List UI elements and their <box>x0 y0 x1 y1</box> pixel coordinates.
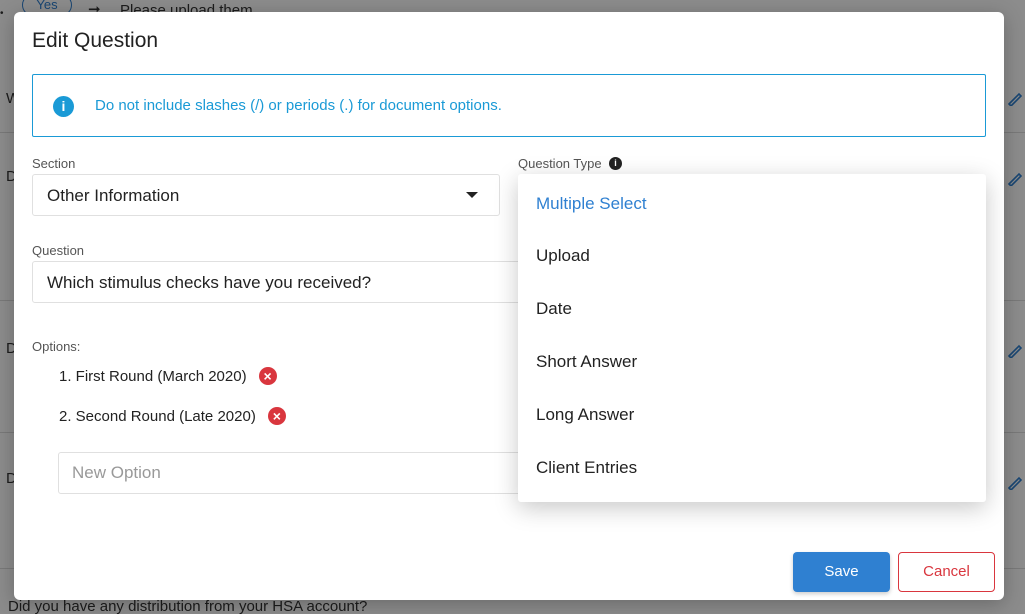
section-value: Other Information <box>47 186 180 205</box>
info-icon[interactable]: i <box>609 157 622 170</box>
option-label: 2. Second Round (Late 2020) <box>59 407 256 425</box>
remove-option-icon[interactable]: × <box>258 367 277 385</box>
info-text: Do not include slashes (/) or periods (.… <box>95 97 502 114</box>
question-type-label: Question Type <box>518 156 602 171</box>
option-item: 2. Second Round (Late 2020) × <box>59 407 286 425</box>
question-type-option-multiple-select[interactable]: Multiple Select <box>536 194 647 214</box>
edit-question-modal: Edit Question i Do not include slashes (… <box>14 12 1004 600</box>
option-label: 1. First Round (March 2020) <box>59 367 247 385</box>
info-banner: i Do not include slashes (/) or periods … <box>32 74 986 137</box>
new-option-field[interactable] <box>58 452 552 494</box>
modal-title: Edit Question <box>32 29 159 52</box>
question-input[interactable]: Which stimulus checks have you received? <box>32 261 552 303</box>
question-label: Question <box>32 243 85 258</box>
option-item: 1. First Round (March 2020) × <box>59 367 277 385</box>
question-type-option-date[interactable]: Date <box>536 299 572 319</box>
section-label: Section <box>32 156 76 171</box>
question-type-option-upload[interactable]: Upload <box>536 246 590 266</box>
info-icon: i <box>53 96 74 117</box>
new-option-input[interactable] <box>59 453 551 493</box>
section-select[interactable]: Other Information <box>32 174 500 216</box>
remove-option-icon[interactable]: × <box>267 407 286 425</box>
save-button[interactable]: Save <box>793 552 890 592</box>
question-type-option-client-entries[interactable]: Client Entries <box>536 458 637 478</box>
question-value: Which stimulus checks have you received? <box>47 273 372 292</box>
options-label: Options: <box>32 339 81 354</box>
caret-down-icon <box>466 192 478 198</box>
question-type-option-long-answer[interactable]: Long Answer <box>536 405 634 425</box>
cancel-button[interactable]: Cancel <box>898 552 995 592</box>
question-type-option-short-answer[interactable]: Short Answer <box>536 352 637 372</box>
question-type-dropdown: Multiple Select Upload Date Short Answer… <box>518 174 986 502</box>
